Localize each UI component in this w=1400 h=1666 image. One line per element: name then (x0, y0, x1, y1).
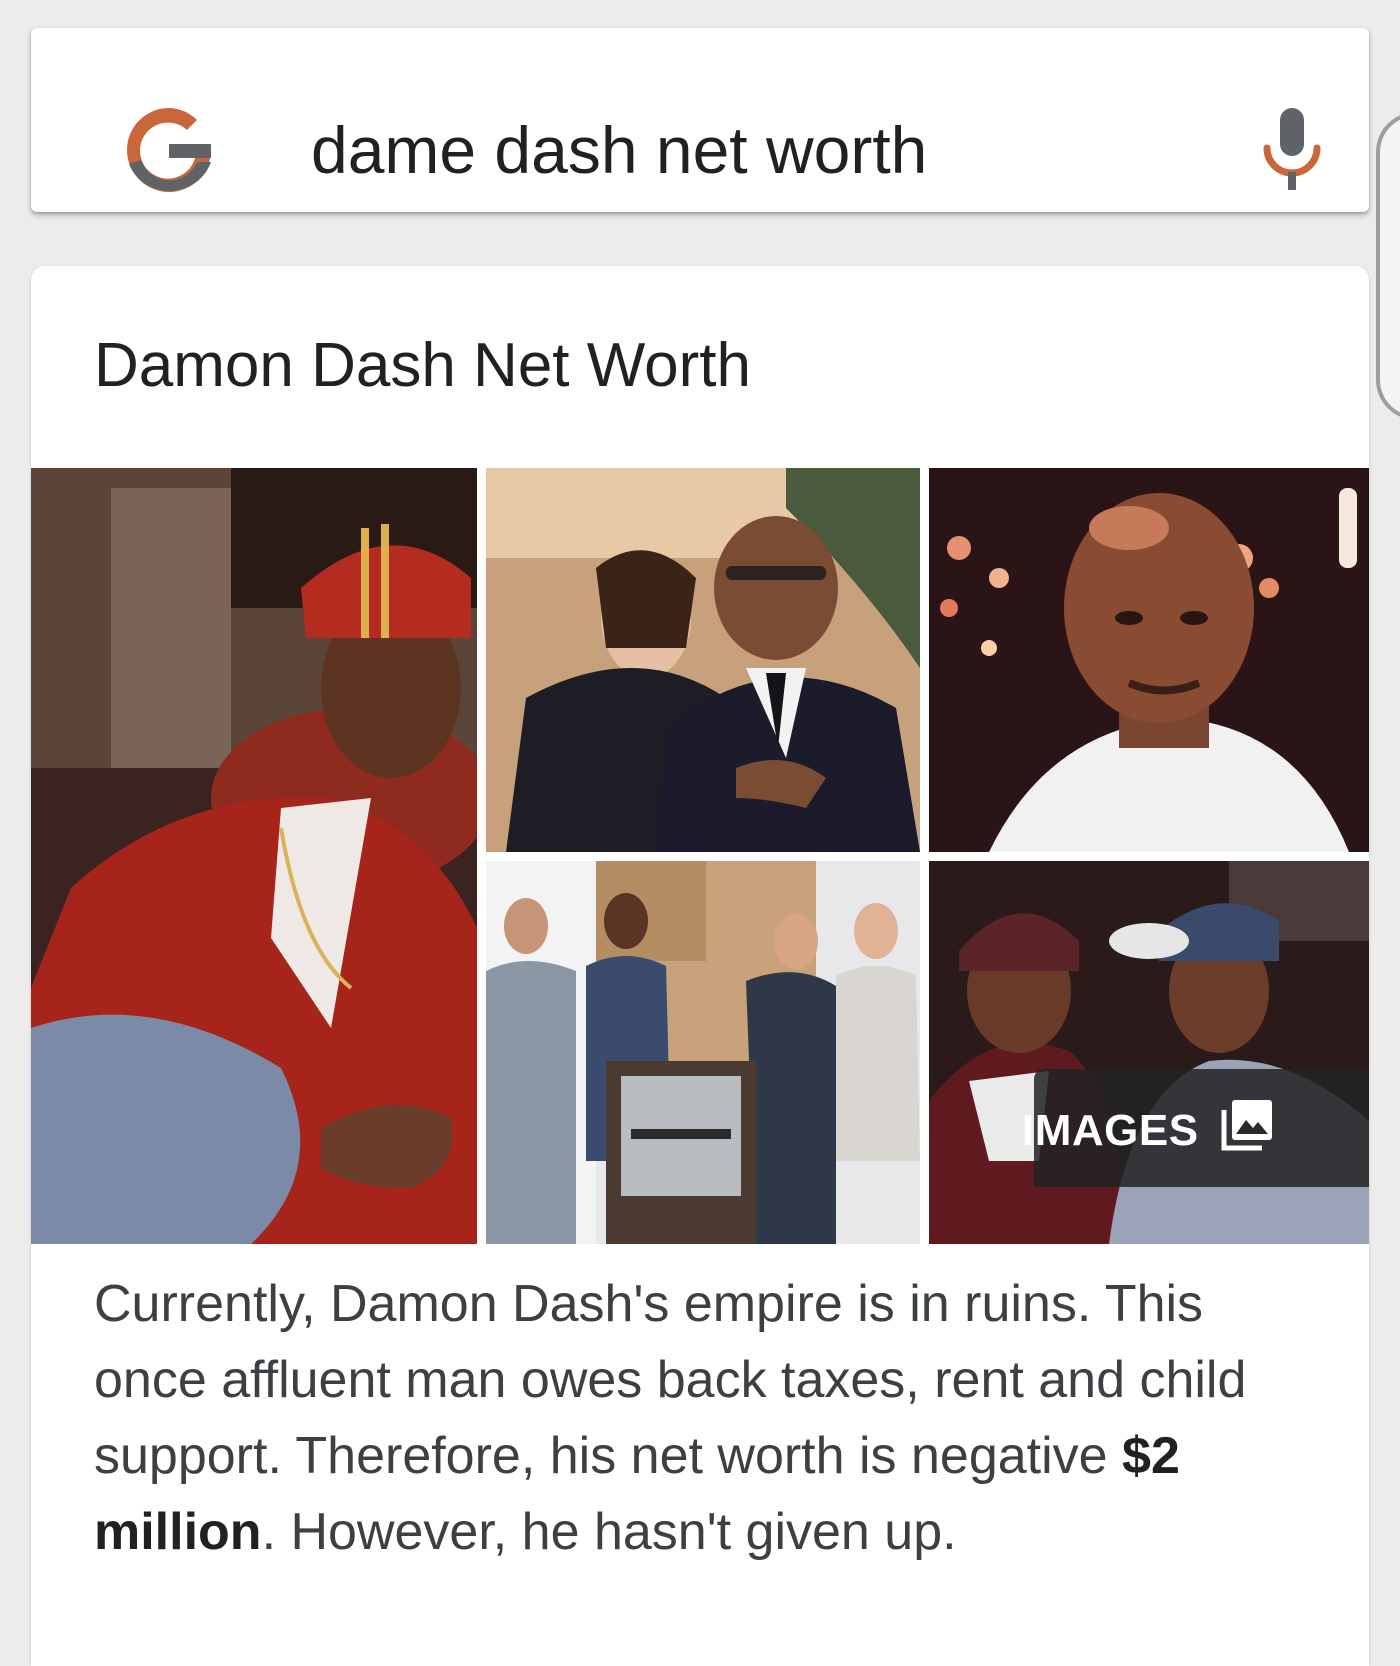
google-g-icon[interactable] (119, 100, 219, 200)
image-gallery-icon[interactable] (1220, 1098, 1274, 1152)
snippet-text-2: . However, he hasn't given up. (261, 1503, 957, 1561)
image-tile-1[interactable] (31, 468, 477, 1244)
image-tile-4[interactable] (486, 861, 920, 1244)
result-card[interactable]: Damon Dash Net Worth Currently, Damon Da… (31, 266, 1369, 1666)
snippet-text-1: Currently, Damon Dash's empire is in rui… (94, 1275, 1247, 1485)
image-tile-3[interactable] (929, 468, 1369, 852)
images-button-label[interactable]: IMAGES (1022, 1106, 1199, 1156)
microphone-icon[interactable] (1259, 106, 1325, 192)
search-query-text[interactable]: dame dash net worth (311, 110, 927, 190)
edge-element (1376, 112, 1400, 420)
search-bar[interactable]: dame dash net worth (31, 28, 1369, 212)
card-title: Damon Dash Net Worth (94, 331, 751, 400)
answer-snippet: Currently, Damon Dash's empire is in rui… (94, 1266, 1314, 1570)
image-tile-2[interactable] (486, 468, 920, 852)
